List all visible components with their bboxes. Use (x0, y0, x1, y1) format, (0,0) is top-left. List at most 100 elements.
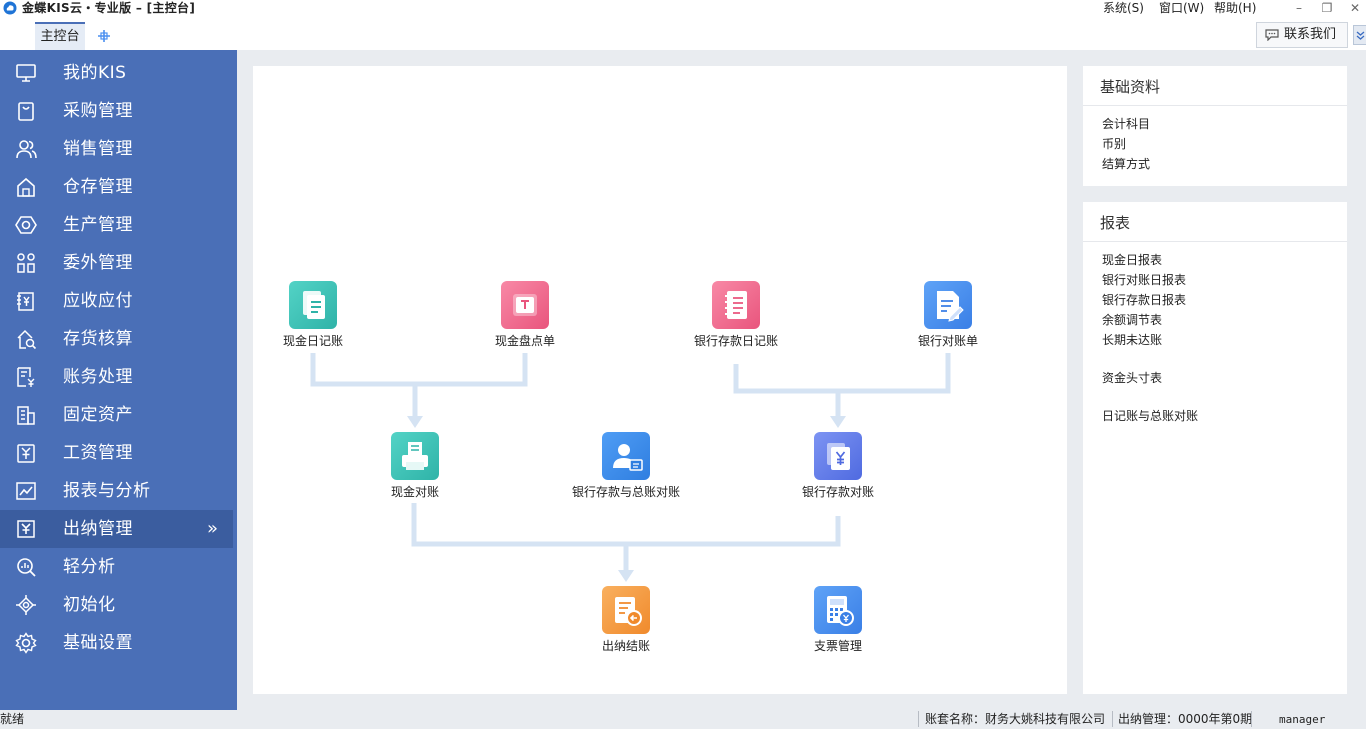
inventory-search-icon (17, 329, 37, 350)
notebook-icon (712, 281, 760, 329)
sidebar-item-receivables-payables[interactable]: 应收应付 (0, 282, 233, 320)
printer-icon (391, 432, 439, 480)
contact-us-button[interactable]: 联系我们 (1256, 22, 1348, 48)
sidebar-item-warehouse[interactable]: 仓存管理 (0, 168, 233, 206)
sidebar-item-my-kis[interactable]: 我的KIS (0, 54, 233, 92)
restore-button[interactable]: ❐ (1317, 0, 1337, 16)
add-tab-icon[interactable] (94, 26, 114, 46)
tab-console[interactable]: 主控台 (35, 22, 85, 50)
calculator-yen-icon (814, 586, 862, 634)
flow-node-bank-gl-reconcile[interactable]: 银行存款与总账对账 (556, 432, 696, 500)
flow-node-label: 银行存款对账 (801, 485, 874, 499)
flow-node-label: 现金盘点单 (494, 334, 555, 348)
ledger-yen-icon (17, 367, 35, 387)
link-fund-position-table[interactable]: 资金头寸表 (1102, 369, 1162, 386)
trend-chart-icon (16, 482, 36, 500)
flow-node-label: 支票管理 (813, 639, 862, 653)
hexagon-gear-icon (15, 216, 37, 234)
warehouse-icon (17, 177, 35, 197)
sidebar-item-purchase[interactable]: 采购管理 (0, 92, 233, 130)
sidebar-item-payroll[interactable]: 工资管理 (0, 434, 233, 472)
menu-window[interactable]: 窗口(W) (1159, 0, 1204, 16)
minimize-button[interactable]: – (1289, 0, 1309, 16)
sidebar-item-label: 我的KIS (63, 63, 127, 83)
link-long-term-outstanding[interactable]: 长期未达账 (1102, 331, 1162, 348)
building-icon (17, 406, 35, 425)
close-window-button[interactable]: ✕ (1345, 0, 1365, 16)
sidebar-item-production[interactable]: 生产管理 (0, 206, 233, 244)
collapse-toggle[interactable] (1353, 25, 1366, 45)
flow-node-label: 银行存款日记账 (693, 334, 778, 348)
status-text: 就绪 (0, 712, 25, 726)
link-settlement-method[interactable]: 结算方式 (1102, 155, 1150, 172)
window-title: 金蝶KIS云・专业版 – [主控台] (22, 1, 196, 15)
yen-book-icon (17, 292, 34, 311)
flow-node-bank-reconcile[interactable]: 银行存款对账 (768, 432, 908, 500)
link-bank-reconcile-daily-report[interactable]: 银行对账日报表 (1102, 271, 1186, 288)
user-card-icon (602, 432, 650, 480)
sidebar-item-basic-settings[interactable]: 基础设置 (0, 624, 233, 662)
menu-help[interactable]: 帮助(H) (1214, 0, 1256, 16)
sidebar-item-label: 存货核算 (63, 329, 133, 349)
outsource-icon (17, 253, 35, 273)
flow-node-label: 现金对账 (390, 485, 439, 499)
link-bank-deposit-daily-report[interactable]: 银行存款日报表 (1102, 291, 1186, 308)
sidebar-item-sales[interactable]: 销售管理 (0, 130, 233, 168)
contact-us-label: 联系我们 (1284, 27, 1337, 42)
divider (1112, 711, 1113, 727)
sidebar-item-label: 轻分析 (63, 557, 116, 577)
flow-node-cashier-close[interactable]: 出纳结账 (556, 586, 696, 654)
flow-node-label: 出纳结账 (601, 639, 650, 653)
sidebar-item-outsourcing[interactable]: 委外管理 (0, 244, 233, 282)
flow-node-cash-reconcile[interactable]: 现金对账 (345, 432, 485, 500)
close-out-icon (602, 586, 650, 634)
app-logo-icon (3, 1, 17, 15)
user-name: manager (1279, 713, 1326, 726)
flow-node-cash-count[interactable]: 现金盘点单 (455, 281, 595, 349)
settings-gear-icon (15, 632, 37, 654)
panel-basic-data: 基础资料 会计科目 币别 结算方式 (1083, 66, 1347, 186)
divider (1083, 241, 1347, 242)
link-chart-of-accounts[interactable]: 会计科目 (1102, 115, 1150, 132)
link-cash-daily-report[interactable]: 现金日报表 (1102, 251, 1162, 268)
link-currency[interactable]: 币别 (1102, 135, 1126, 152)
sidebar-item-label: 销售管理 (63, 139, 133, 159)
sidebar-item-label: 出纳管理 (63, 519, 133, 539)
flow-node-label: 现金日记账 (282, 334, 343, 348)
sidebar-item-label: 基础设置 (63, 633, 133, 653)
period-info: 出纳管理：0000年第0期 (1118, 712, 1253, 726)
flow-node-cash-journal[interactable]: 现金日记账 (243, 281, 383, 349)
cashier-yen-icon (17, 520, 35, 538)
flow-node-cheque-mgmt[interactable]: 支票管理 (768, 586, 908, 654)
sidebar-item-label: 采购管理 (63, 101, 133, 121)
payroll-icon (17, 444, 35, 463)
flow-node-label: 银行对账单 (917, 334, 978, 348)
flow-node-label: 银行存款与总账对账 (571, 485, 680, 499)
menu-system[interactable]: 系统(S) (1103, 0, 1144, 16)
sidebar-item-light-analysis[interactable]: 轻分析 (0, 548, 233, 586)
sidebar-item-label: 固定资产 (63, 405, 133, 425)
flow-node-bank-journal[interactable]: 银行存款日记账 (666, 281, 806, 349)
title-bar: 金蝶KIS云・专业版 – [主控台] 系统(S) 窗口(W) 帮助(H) – ❐… (0, 0, 1366, 16)
sidebar-item-accounting[interactable]: 账务处理 (0, 358, 233, 396)
sidebar-item-label: 账务处理 (63, 367, 133, 387)
sidebar-item-reports-analysis[interactable]: 报表与分析 (0, 472, 233, 510)
sidebar-item-label: 应收应付 (63, 291, 133, 311)
panel-reports: 报表 现金日报表 银行对账日报表 银行存款日报表 余额调节表 长期未达账 资金头… (1083, 202, 1347, 694)
link-journal-gl-reconcile[interactable]: 日记账与总账对账 (1102, 407, 1198, 424)
chevron-down-icon (1356, 31, 1365, 40)
sidebar-item-fixed-assets[interactable]: 固定资产 (0, 396, 233, 434)
flow-node-bank-statement[interactable]: 银行对账单 (878, 281, 1018, 349)
panel-title: 报表 (1100, 214, 1131, 232)
yen-docs-icon (814, 432, 862, 480)
statement-pen-icon (924, 281, 972, 329)
divider (1251, 711, 1252, 727)
tab-strip (0, 16, 1366, 50)
sidebar-item-inventory-costing[interactable]: 存货核算 (0, 320, 233, 358)
link-balance-adjustment-table[interactable]: 余额调节表 (1102, 311, 1162, 328)
sidebar-item-cashier[interactable]: 出纳管理 » (0, 510, 233, 548)
sidebar-item-initialization[interactable]: 初始化 (0, 586, 233, 624)
target-gear-icon (16, 595, 36, 615)
sidebar-item-label: 工资管理 (63, 443, 133, 463)
magnifier-chart-icon (17, 558, 36, 577)
